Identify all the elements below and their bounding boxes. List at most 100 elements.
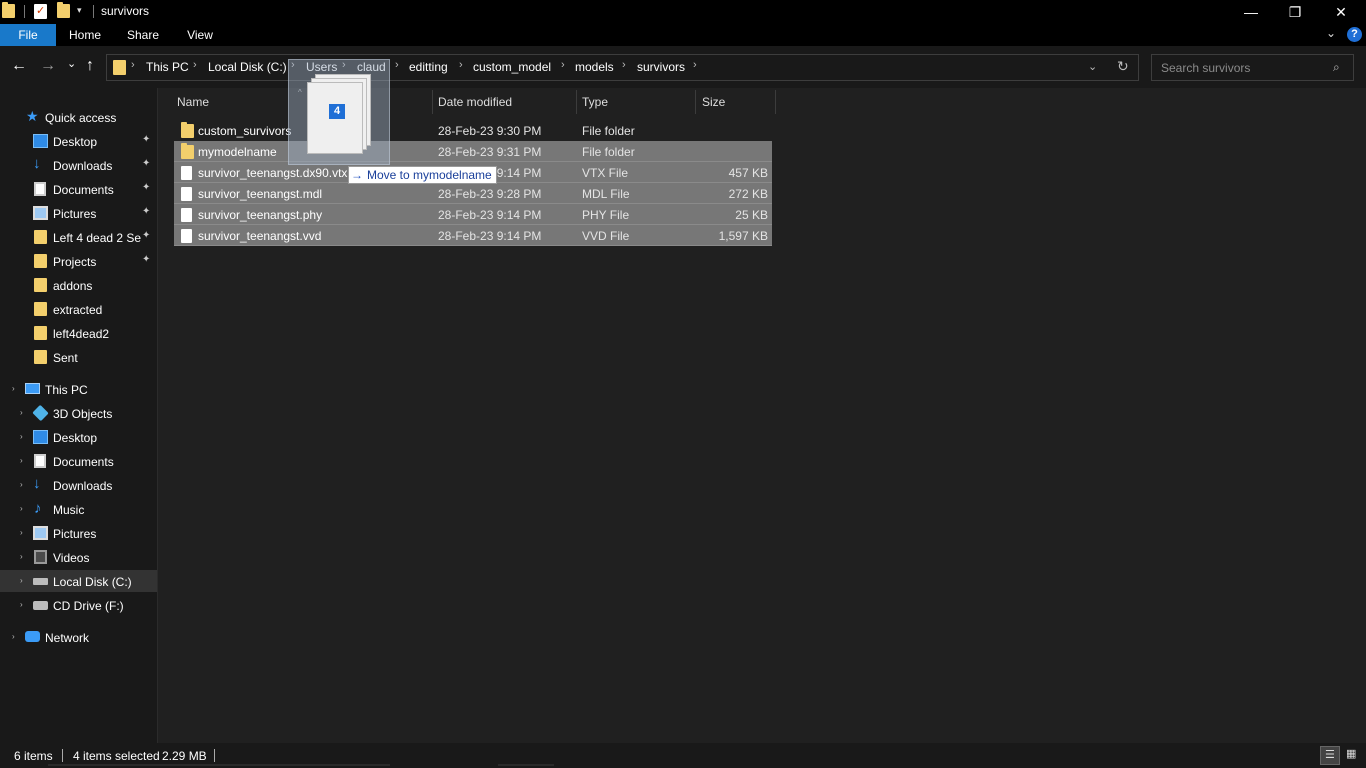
column-divider[interactable] <box>695 90 696 114</box>
horizontal-scrollbar[interactable] <box>48 764 390 766</box>
breadcrumb-separator[interactable]: › <box>622 59 626 71</box>
nav-item-pc-desktop[interactable]: › Desktop <box>0 426 157 448</box>
close-button[interactable]: ✕ <box>1318 0 1364 24</box>
pictures-icon <box>33 206 48 220</box>
breadcrumb-custom-model[interactable]: custom_model <box>473 60 551 74</box>
nav-label: Music <box>53 503 85 517</box>
nav-item-projects[interactable]: Projects ✦ <box>0 250 157 272</box>
up-button[interactable]: ↑ <box>86 58 94 74</box>
expand-icon[interactable]: › <box>20 456 23 465</box>
tab-file[interactable]: File <box>0 24 56 46</box>
column-header-type[interactable]: Type <box>582 95 608 109</box>
expand-ribbon-icon[interactable]: ⌄ <box>1326 26 1336 40</box>
nav-item-pc-documents[interactable]: › Documents <box>0 450 157 472</box>
breadcrumb-separator[interactable]: › <box>131 59 135 71</box>
file-name: survivor_teenangst.mdl <box>198 187 323 201</box>
nav-label: Documents <box>53 183 114 197</box>
folder-icon <box>34 302 47 316</box>
nav-item-pc-pictures[interactable]: › Pictures <box>0 522 157 544</box>
forward-button[interactable]: → <box>40 58 56 74</box>
column-header-date-modified[interactable]: Date modified <box>438 95 512 109</box>
expand-icon[interactable]: › <box>20 600 23 609</box>
breadcrumb-survivors[interactable]: survivors <box>637 60 685 74</box>
breadcrumb-editting[interactable]: editting <box>409 60 448 74</box>
large-icons-view-button[interactable]: ▦ <box>1342 746 1362 765</box>
file-row[interactable]: survivor_teenangst.vvd 28-Feb-23 9:14 PM… <box>174 225 772 246</box>
address-history-dropdown-icon[interactable]: ⌄ <box>1088 60 1097 73</box>
nav-item-downloads[interactable]: ↓ Downloads ✦ <box>0 154 157 176</box>
expand-icon[interactable]: › <box>12 384 15 393</box>
pin-icon: ✦ <box>142 230 151 241</box>
breadcrumb-separator[interactable]: › <box>561 59 565 71</box>
search-input[interactable] <box>1152 55 1327 80</box>
nav-item-sent[interactable]: Sent <box>0 346 157 368</box>
details-view-button[interactable]: ☰ <box>1320 746 1340 765</box>
nav-item-pc-downloads[interactable]: › ↓ Downloads <box>0 474 157 496</box>
breadcrumb-models[interactable]: models <box>575 60 614 74</box>
breadcrumb-separator[interactable]: › <box>193 59 197 71</box>
column-header-name[interactable]: Name <box>177 95 209 109</box>
folder-icon <box>34 254 47 268</box>
recent-locations-button[interactable]: ⌄ <box>67 56 76 72</box>
restore-button[interactable]: ❐ <box>1272 0 1318 24</box>
nav-item-3d-objects[interactable]: › 3D Objects <box>0 402 157 424</box>
new-folder-icon[interactable] <box>57 2 70 18</box>
file-list[interactable]: Name ^ Date modified Type Size custom_su… <box>158 88 1366 743</box>
breadcrumb-separator[interactable]: › <box>459 59 463 71</box>
column-header-size[interactable]: Size <box>702 95 725 109</box>
refresh-icon[interactable]: ↻ <box>1117 58 1129 75</box>
file-row[interactable]: survivor_teenangst.phy 28-Feb-23 9:14 PM… <box>174 204 772 225</box>
nav-network[interactable]: › Network <box>0 626 157 648</box>
file-size: 272 KB <box>728 187 768 201</box>
nav-item-cd-drive[interactable]: › CD Drive (F:) <box>0 594 157 616</box>
search-icon[interactable]: ⌕ <box>1333 60 1340 75</box>
nav-item-left4dead2[interactable]: left4dead2 <box>0 322 157 344</box>
nav-item-music[interactable]: › ♪ Music <box>0 498 157 520</box>
expand-icon[interactable]: › <box>20 432 23 441</box>
expand-icon[interactable]: › <box>20 504 23 513</box>
nav-this-pc[interactable]: › This PC <box>0 378 157 400</box>
file-icon <box>181 229 192 243</box>
expand-icon[interactable]: › <box>20 576 23 585</box>
properties-icon[interactable] <box>34 4 47 19</box>
nav-quick-access[interactable]: ★ Quick access <box>0 106 157 128</box>
help-icon[interactable]: ? <box>1347 27 1362 42</box>
expand-icon[interactable]: › <box>20 408 23 417</box>
tab-view[interactable]: View <box>178 24 222 46</box>
file-row[interactable]: survivor_teenangst.mdl 28-Feb-23 9:28 PM… <box>174 183 772 204</box>
folder-icon <box>34 230 47 244</box>
expand-icon[interactable]: › <box>20 528 23 537</box>
address-bar[interactable]: › This PC › Local Disk (C:) › Users › cl… <box>106 54 1139 81</box>
expand-icon[interactable]: › <box>20 552 23 561</box>
breadcrumb-this-pc[interactable]: This PC <box>146 60 189 74</box>
nav-item-desktop[interactable]: Desktop ✦ <box>0 130 157 152</box>
nav-label: Quick access <box>45 111 117 125</box>
column-divider[interactable] <box>432 90 433 114</box>
nav-item-documents[interactable]: Documents ✦ <box>0 178 157 200</box>
breadcrumb-separator[interactable]: › <box>395 59 399 71</box>
nav-item-videos[interactable]: › Videos <box>0 546 157 568</box>
minimize-button[interactable]: — <box>1228 0 1274 24</box>
download-icon: ↓ <box>33 155 41 172</box>
expand-icon[interactable]: › <box>20 480 23 489</box>
nav-label: extracted <box>53 303 103 317</box>
column-divider[interactable] <box>576 90 577 114</box>
column-divider[interactable] <box>775 90 776 114</box>
tab-share[interactable]: Share <box>120 24 166 46</box>
breadcrumb-local-disk[interactable]: Local Disk (C:) <box>208 60 287 74</box>
nav-item-extracted[interactable]: extracted <box>0 298 157 320</box>
file-type: PHY File <box>582 208 630 222</box>
breadcrumb-separator[interactable]: › <box>693 59 697 71</box>
expand-icon[interactable]: › <box>12 632 15 641</box>
file-row[interactable]: custom_survivors 28-Feb-23 9:30 PM File … <box>174 120 772 141</box>
quick-access-toolbar-dropdown-icon[interactable]: ▾ <box>77 5 82 16</box>
navigation-pane[interactable]: ★ Quick access Desktop ✦ ↓ Downloads ✦ D… <box>0 88 157 743</box>
nav-item-addons[interactable]: addons <box>0 274 157 296</box>
scrollbar-thumb[interactable] <box>498 764 554 766</box>
nav-item-left4dead2-server[interactable]: Left 4 dead 2 Ser ✦ <box>0 226 157 248</box>
nav-item-local-disk[interactable]: › Local Disk (C:) <box>0 570 157 592</box>
nav-item-pictures[interactable]: Pictures ✦ <box>0 202 157 224</box>
file-row[interactable]: mymodelname 28-Feb-23 9:31 PM File folde… <box>174 141 772 162</box>
tab-home[interactable]: Home <box>62 24 108 46</box>
back-button[interactable]: ← <box>11 58 27 74</box>
